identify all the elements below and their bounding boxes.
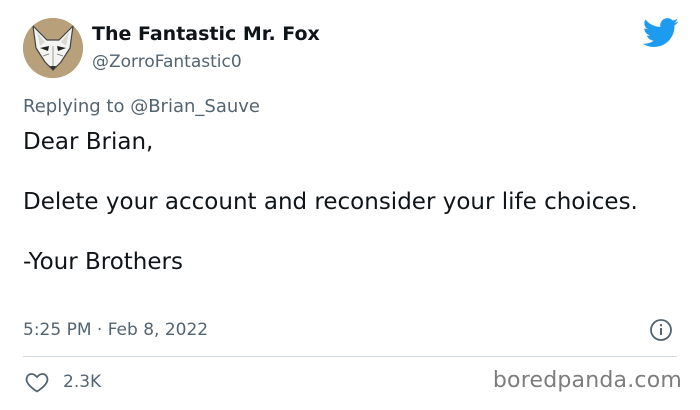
reply-mention-link[interactable]: @Brian_Sauve (130, 96, 260, 117)
display-name[interactable]: The Fantastic Mr. Fox (92, 23, 320, 45)
watermark: boredpanda.com (492, 368, 682, 393)
tweet-text: Dear Brian, Delete your account and reco… (23, 127, 663, 277)
like-count: 2.3K (63, 372, 102, 392)
fox-mask-icon (23, 18, 83, 78)
user-handle[interactable]: @ZorroFantastic0 (92, 52, 242, 72)
avatar[interactable] (23, 18, 83, 78)
tweet-line-signature: -Your Brothers (23, 249, 183, 275)
heart-icon (25, 373, 49, 393)
tweet-line-greeting: Dear Brian, (23, 129, 154, 155)
divider (23, 356, 677, 357)
twitter-bird-icon[interactable] (643, 18, 679, 48)
tweet-timestamp[interactable]: 5:25 PM · Feb 8, 2022 (23, 320, 208, 340)
tweet-card: The Fantastic Mr. Fox @ZorroFantastic0 R… (0, 0, 700, 410)
replying-to-label: Replying to (23, 96, 131, 117)
info-icon[interactable] (649, 318, 673, 342)
tweet-line-message: Delete your account and reconsider your … (23, 189, 638, 215)
replying-to: Replying to @Brian_Sauve (23, 96, 260, 117)
